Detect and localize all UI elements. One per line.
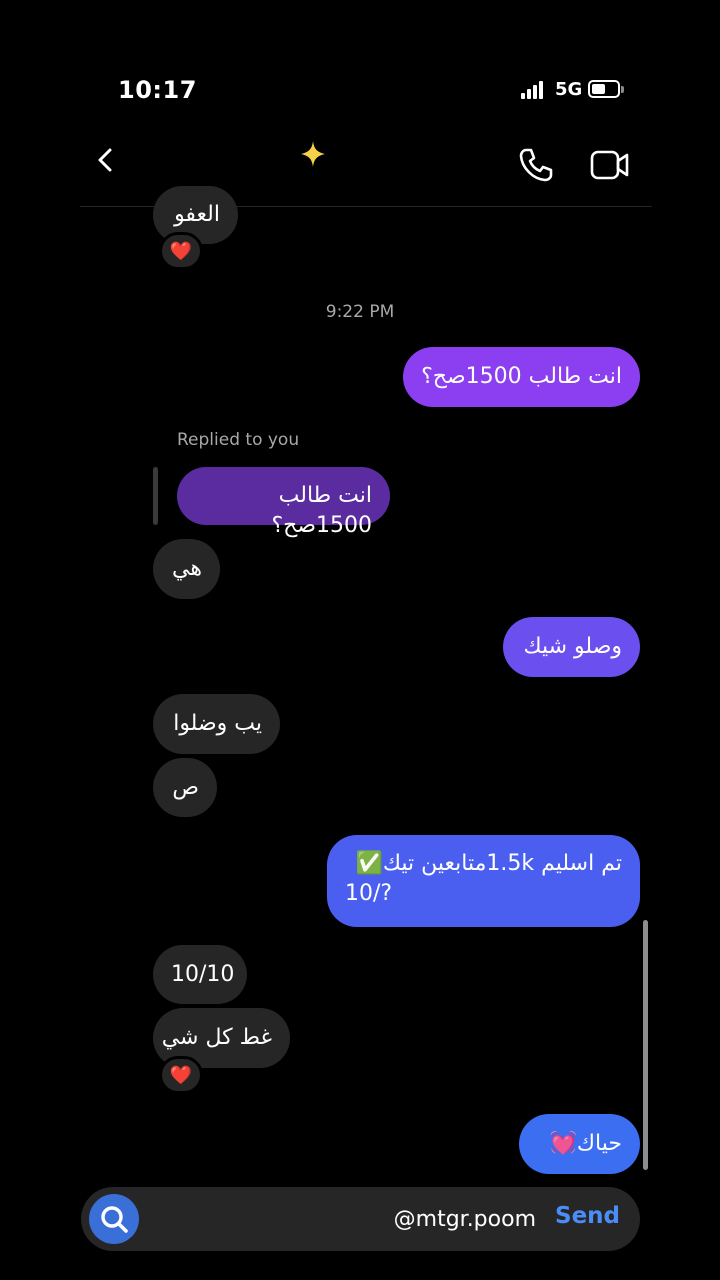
- message-incoming[interactable]: 10/10: [153, 945, 247, 1004]
- battery-icon: [588, 80, 624, 98]
- message-text: غط كل شي: [161, 1025, 272, 1050]
- back-icon[interactable]: [92, 146, 120, 174]
- status-bar: 10:17 5G: [0, 0, 720, 120]
- message-incoming[interactable]: يب وضلوا: [153, 694, 280, 754]
- message-text: وصلو شيك: [523, 634, 622, 659]
- message-outgoing[interactable]: حياك💓: [519, 1114, 640, 1174]
- message-text: انت طالب 1500صح؟: [271, 483, 372, 538]
- message-incoming[interactable]: ص: [153, 758, 217, 817]
- search-button[interactable]: [89, 1194, 139, 1244]
- search-icon: [101, 1206, 128, 1233]
- status-time: 10:17: [118, 76, 197, 104]
- message-composer: Send: [81, 1187, 640, 1251]
- send-button[interactable]: Send: [555, 1203, 620, 1229]
- heart-reaction[interactable]: ❤️: [159, 1056, 203, 1094]
- heart-icon: ❤️: [169, 1064, 193, 1086]
- message-text: حياك💓: [549, 1131, 622, 1156]
- message-outgoing[interactable]: تم اسليم 1.5kمتابعين تيك✅ 10/?: [327, 835, 640, 927]
- message-text: العفو: [174, 202, 220, 227]
- message-text: هي: [172, 556, 202, 581]
- message-outgoing[interactable]: وصلو شيك: [503, 617, 640, 677]
- message-text: انت طالب 1500صح؟: [421, 364, 622, 389]
- message-text: تم اسليم 1.5kمتابعين تيك✅: [355, 851, 622, 876]
- message-text: 10/10: [171, 962, 235, 987]
- sparkle-icon: [300, 140, 326, 168]
- message-outgoing[interactable]: انت طالب 1500صح؟: [403, 347, 640, 407]
- signal-icon: [521, 81, 549, 99]
- message-input[interactable]: [231, 1203, 536, 1235]
- message-text: ص: [172, 775, 199, 800]
- phone-call-icon[interactable]: [517, 146, 555, 184]
- scrollbar[interactable]: [643, 920, 648, 1170]
- reply-indicator-line: [153, 467, 158, 525]
- heart-icon: ❤️: [169, 240, 193, 262]
- message-timestamp: 9:22 PM: [325, 302, 395, 322]
- quoted-message[interactable]: انت طالب 1500صح؟: [177, 467, 390, 538]
- replied-label: Replied to you: [177, 430, 300, 450]
- video-call-icon[interactable]: [590, 148, 630, 182]
- message-incoming[interactable]: هي: [153, 539, 220, 599]
- message-text: 10/?: [345, 881, 393, 906]
- heart-reaction[interactable]: ❤️: [159, 232, 203, 270]
- network-type: 5G: [555, 79, 583, 100]
- message-text: يب وضلوا: [173, 711, 262, 736]
